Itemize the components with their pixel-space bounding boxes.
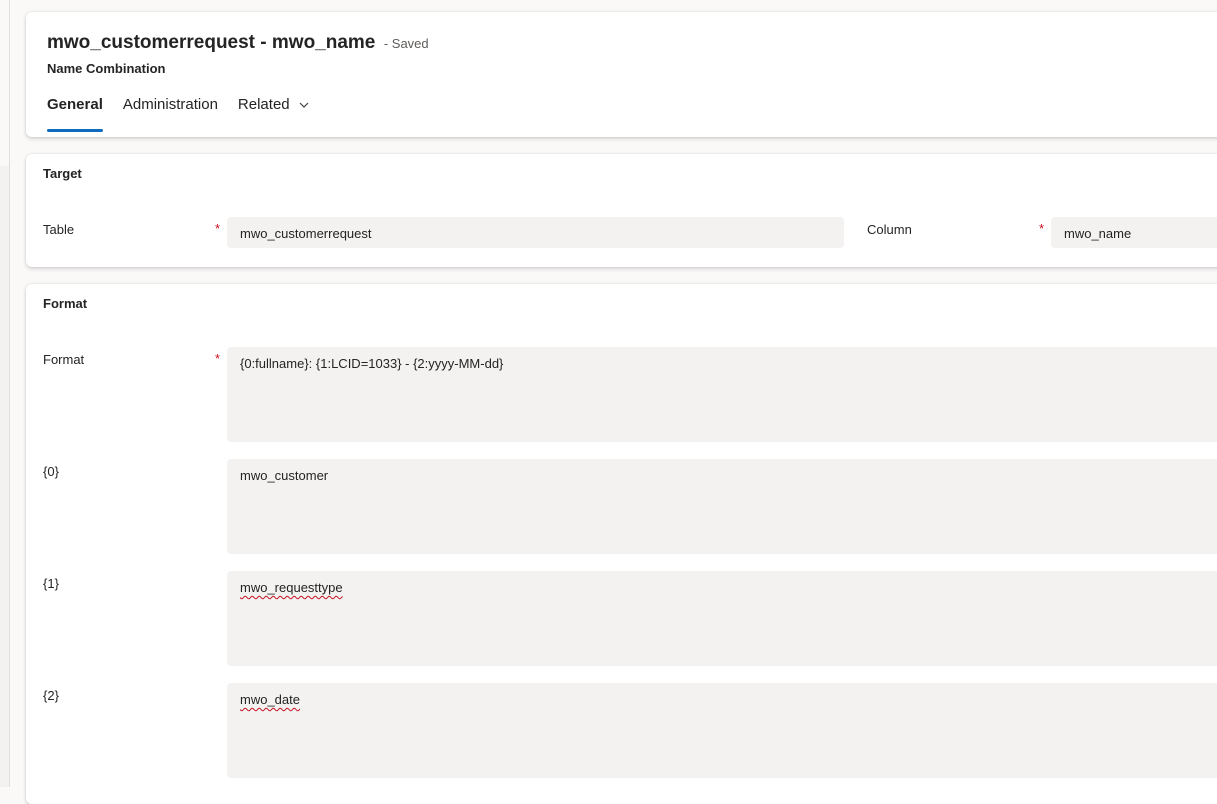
format-textarea-value: {0:fullname}: {1:LCID=1033} - {2:yyyy-MM…: [240, 356, 504, 371]
title-row: mwo_customerrequest - mwo_name - Saved: [47, 32, 429, 54]
record-title: mwo_customerrequest - mwo_name: [47, 32, 376, 53]
tab-administration-label: Administration: [122, 96, 218, 113]
table-field-value: mwo_customerrequest: [240, 226, 372, 241]
chevron-down-icon: [298, 98, 310, 115]
format-required-marker: *: [215, 351, 221, 366]
placeholder-0-textarea[interactable]: mwo_customer: [227, 459, 1217, 554]
form-header: mwo_customerrequest - mwo_name - Saved N…: [26, 12, 1217, 137]
column-required-marker: *: [1039, 221, 1045, 236]
tab-related[interactable]: Related: [238, 96, 310, 132]
placeholder-1-textarea[interactable]: mwo_requesttype: [227, 571, 1217, 666]
column-label: Column: [867, 222, 912, 237]
format-section: Format Format * {0:fullname}: {1:LCID=10…: [26, 284, 1217, 804]
tab-administration[interactable]: Administration: [123, 96, 218, 132]
target-section: Target Table * mwo_customerrequest Colum…: [26, 154, 1217, 267]
table-required-marker: *: [215, 221, 221, 236]
saved-status: - Saved: [383, 36, 429, 51]
target-section-title: Target: [43, 166, 82, 181]
tab-related-label: Related: [237, 96, 290, 113]
placeholder-1-label: {1}: [43, 576, 59, 591]
table-field[interactable]: mwo_customerrequest: [227, 217, 844, 248]
table-label: Table: [43, 222, 75, 237]
entity-name: Name Combination: [47, 61, 166, 76]
placeholder-1-value: mwo_requesttype: [240, 580, 343, 595]
tab-list: General Administration Related: [47, 96, 330, 132]
left-navigation-strip: [0, 0, 10, 787]
format-section-title: Format: [43, 296, 88, 311]
placeholder-0-value: mwo_customer: [240, 468, 329, 483]
placeholder-2-label: {2}: [43, 688, 59, 703]
column-field-value: mwo_name: [1064, 226, 1132, 241]
column-field[interactable]: mwo_name: [1051, 217, 1217, 248]
placeholder-0-label: {0}: [43, 464, 59, 479]
tab-general-label: General: [47, 96, 103, 113]
format-textarea[interactable]: {0:fullname}: {1:LCID=1033} - {2:yyyy-MM…: [227, 347, 1217, 442]
placeholder-2-textarea[interactable]: mwo_date: [227, 683, 1217, 778]
left-strip-top: [0, 0, 9, 166]
format-label: Format: [43, 352, 85, 367]
placeholder-2-value: mwo_date: [240, 692, 300, 707]
tab-general[interactable]: General: [47, 96, 103, 132]
